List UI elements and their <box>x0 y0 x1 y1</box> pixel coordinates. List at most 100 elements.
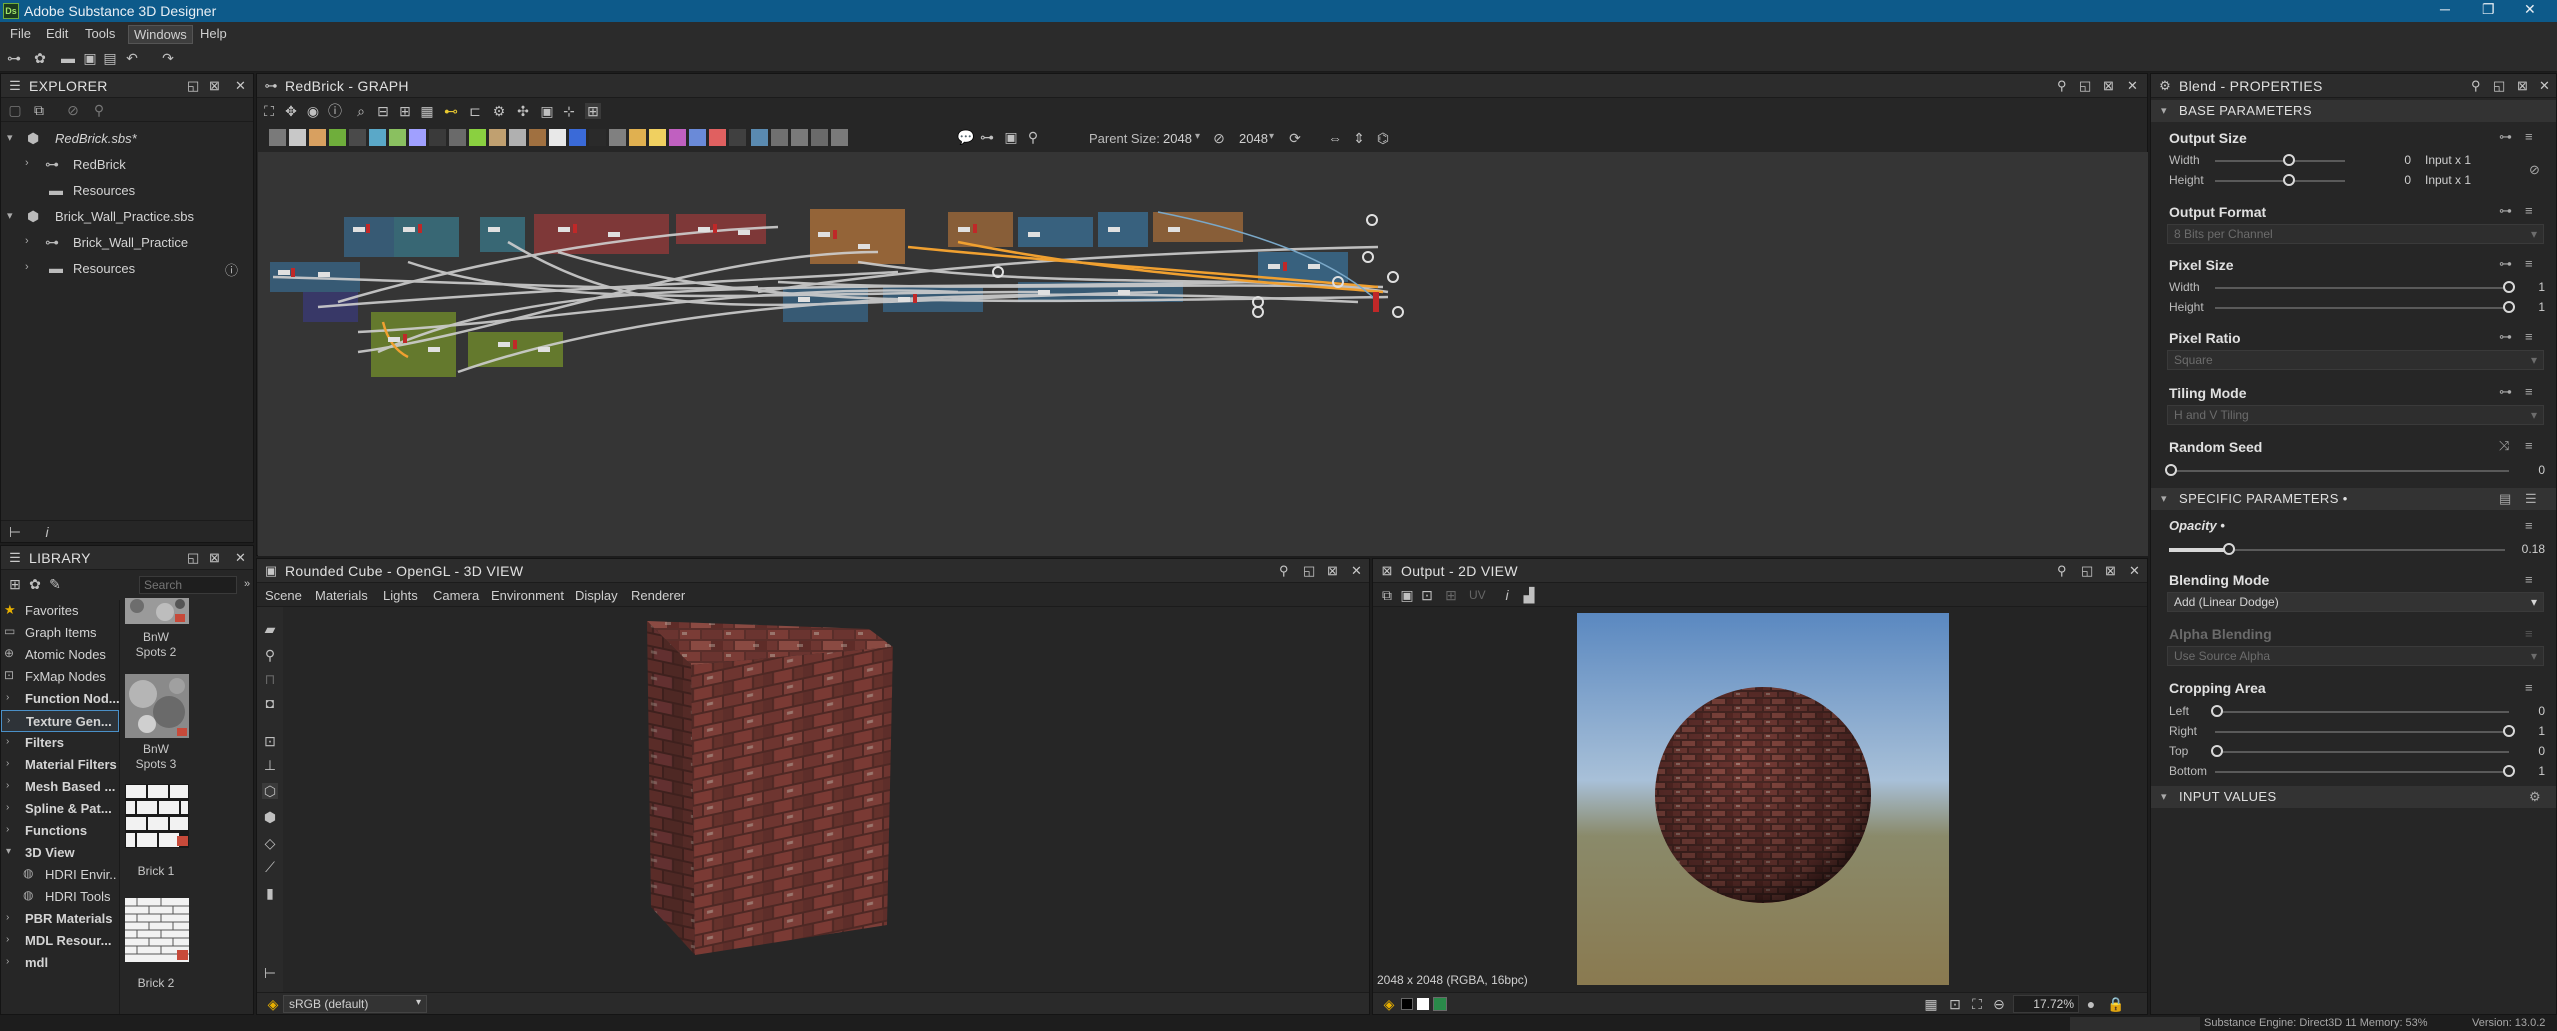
parent-size-dropdown-icon[interactable]: ▾ <box>1195 131 1200 142</box>
crop-top-slider[interactable] <box>2215 751 2509 753</box>
menu-edit[interactable]: Edit <box>41 25 73 42</box>
minimize-icon[interactable]: ─ <box>2440 1 2450 17</box>
comment-add-icon[interactable]: 💬 <box>957 129 974 145</box>
save-icon[interactable]: ▣ <box>82 50 98 66</box>
output-width-mode[interactable]: Input x 1 <box>2421 153 2501 167</box>
size-value[interactable]: 2048 <box>1239 131 1268 146</box>
colorspace-dropdown[interactable]: sRGB (default) ▾ <box>283 995 427 1013</box>
undo-icon[interactable]: ↶ <box>124 50 140 66</box>
light-icon[interactable]: ⚲ <box>262 647 278 663</box>
thumbnail-bnw-spots-2[interactable] <box>125 598 189 624</box>
param-link-icon[interactable]: ⊶ <box>2499 384 2512 400</box>
maximize-icon[interactable]: ⊠ <box>209 550 220 566</box>
comment-icon[interactable]: ▣ <box>539 103 555 119</box>
camera-icon[interactable]: ▰ <box>262 621 278 637</box>
tree-item-resources-2[interactable]: › ▬ Resources ⓘ <box>1 256 253 282</box>
node-graph[interactable] <box>258 152 2148 556</box>
view3d-menu-scene[interactable]: Scene <box>265 588 302 603</box>
param-menu-icon[interactable]: ≡ <box>2525 256 2533 271</box>
stats-icon[interactable]: ▮ <box>262 885 278 901</box>
output-width-slider[interactable] <box>2215 160 2345 162</box>
pixel-height-knob[interactable] <box>2503 301 2515 313</box>
atomic-nodes-strip[interactable] <box>269 128 869 148</box>
crop-top-knob[interactable] <box>2211 745 2223 757</box>
random-seed-knob[interactable] <box>2165 464 2177 476</box>
graph-canvas[interactable] <box>258 152 2148 556</box>
library-filter-icon[interactable]: ⊞ <box>7 576 23 592</box>
output-height-slider[interactable] <box>2215 180 2345 182</box>
new-graph-icon[interactable]: ⊶ <box>6 50 22 66</box>
gear-icon[interactable]: ⚙ <box>2529 789 2541 805</box>
save-image-icon[interactable]: ▣ <box>1399 587 1415 603</box>
pin-icon[interactable]: ⚲ <box>2471 78 2481 94</box>
link-size-icon[interactable]: ⊘ <box>1211 130 1227 146</box>
maximize-icon[interactable]: ⊠ <box>2105 563 2116 579</box>
close-panel-icon[interactable]: ✕ <box>2129 563 2140 579</box>
hierarchy-icon[interactable]: ⊢ <box>262 965 278 981</box>
refresh-icon[interactable]: ⟳ <box>1287 130 1303 146</box>
open-icon[interactable]: ▬ <box>60 50 76 66</box>
tree-item-redbrick-graph[interactable]: › ⊶ RedBrick <box>1 152 253 178</box>
grid-icon[interactable]: ▦ <box>419 103 435 119</box>
tree-item-redbrick-sbs[interactable]: ▾ ⬢ RedBrick.sbs* <box>1 126 253 152</box>
size-dropdown-icon[interactable]: ▾ <box>1269 131 1274 142</box>
histogram-icon[interactable]: ▟ <box>1521 587 1537 603</box>
param-menu-icon[interactable]: ≡ <box>2525 438 2533 453</box>
restore-icon[interactable]: ❐ <box>2482 1 2495 18</box>
view3d-menu-display[interactable]: Display <box>575 588 618 603</box>
expand-chevron-icon[interactable]: » <box>239 576 255 592</box>
zoom-out-icon[interactable]: ⊖ <box>1991 996 2007 1012</box>
info-toggle-icon[interactable]: i <box>39 524 55 540</box>
param-menu-icon[interactable]: ≡ <box>2525 572 2533 587</box>
parent-size-value[interactable]: 2048 <box>1163 131 1192 146</box>
crop-left-knob[interactable] <box>2211 705 2223 717</box>
gizmo-icon[interactable]: ⟋ <box>262 859 278 875</box>
library-item-atomic-nodes[interactable]: ⊕ Atomic Nodes <box>1 644 119 666</box>
tools-icon[interactable]: ✣ <box>515 103 531 119</box>
library-add-icon[interactable]: ✿ <box>27 576 43 592</box>
save-all-icon[interactable]: ▤ <box>102 50 118 66</box>
library-item-hdri-environments[interactable]: ◍ HDRI Envir... <box>1 864 119 886</box>
pixel-width-slider[interactable] <box>2215 287 2509 289</box>
copy-icon[interactable]: ⊘ <box>65 102 81 118</box>
channel-white-icon[interactable] <box>1417 998 1429 1010</box>
section-menu-icon[interactable]: ☰ <box>2525 491 2537 507</box>
float-icon[interactable]: ◱ <box>1303 563 1315 579</box>
channel-black-icon[interactable] <box>1401 998 1413 1010</box>
maximize-icon[interactable]: ⊠ <box>209 78 220 94</box>
export-icon[interactable]: ⊡ <box>1419 587 1435 603</box>
view3d-menu-lights[interactable]: Lights <box>383 588 418 603</box>
library-item-functions[interactable]: › Functions <box>1 820 119 842</box>
info-icon[interactable]: i <box>1499 587 1515 603</box>
library-item-filters[interactable]: › Filters <box>1 732 119 754</box>
menu-tools[interactable]: Tools <box>80 25 120 42</box>
library-item-graph-items[interactable]: ▭ Graph Items <box>1 622 119 644</box>
grid-toggle-icon[interactable]: ▦ <box>1923 996 1939 1012</box>
uv-toggle[interactable]: UV <box>1469 588 1486 602</box>
pin-add-icon[interactable]: ⊶ <box>979 129 995 145</box>
close-panel-icon[interactable]: ✕ <box>2127 78 2138 94</box>
zoom-in-icon[interactable]: ● <box>2083 996 2099 1012</box>
zoom-icon[interactable]: ⌕ <box>353 103 369 119</box>
param-link-icon[interactable]: ⊶ <box>2499 256 2512 272</box>
maximize-icon[interactable]: ⊠ <box>2517 78 2528 94</box>
blending-mode-dropdown[interactable]: Add (Linear Dodge) ▾ <box>2167 592 2544 612</box>
crop-bottom-slider[interactable] <box>2215 771 2509 773</box>
library-item-mdl[interactable]: › mdl <box>1 952 119 974</box>
vertical-link-icon[interactable]: ⇕ <box>1351 130 1367 146</box>
settings-icon[interactable]: ⚲ <box>91 102 107 118</box>
view3d-viewport[interactable] <box>283 607 1369 992</box>
frame-all-icon[interactable]: ⛶ <box>261 103 277 119</box>
alpha-blending-dropdown[interactable]: Use Source Alpha ▾ <box>2167 646 2544 666</box>
redo-icon[interactable]: ↷ <box>160 50 176 66</box>
float-icon[interactable]: ◱ <box>2079 78 2091 94</box>
fit-icon[interactable]: ⊡ <box>1947 996 1963 1012</box>
crop-right-value[interactable]: 1 <box>2517 724 2545 738</box>
crop-right-slider[interactable] <box>2215 731 2509 733</box>
view3d-menu-environment[interactable]: Environment <box>491 588 564 603</box>
output-format-dropdown[interactable]: 8 Bits per Channel ▾ <box>2167 224 2544 244</box>
library-menu-icon[interactable]: ☰ <box>7 550 23 566</box>
thumbnail-bnw-spots-3[interactable] <box>125 674 189 738</box>
axis-icon[interactable]: ⊥ <box>262 757 278 773</box>
output-height-value[interactable]: 0 <box>2381 173 2411 187</box>
